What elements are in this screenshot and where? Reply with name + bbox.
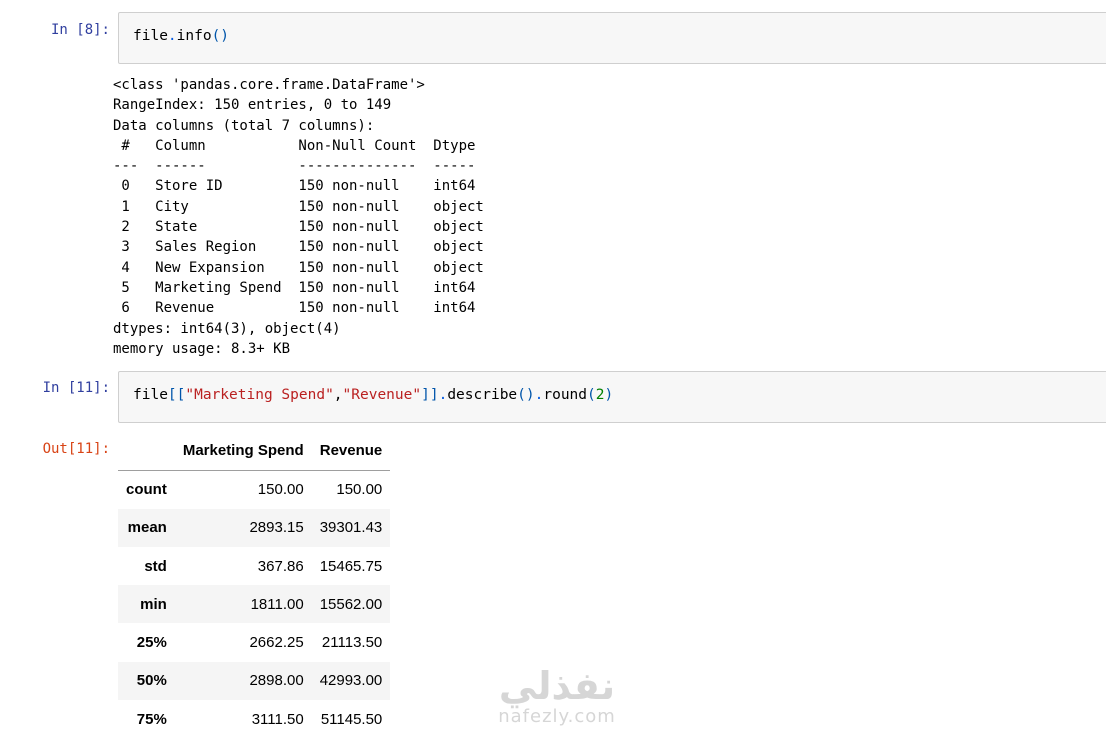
table-cell: 15465.75	[319, 557, 383, 575]
table-row: mean 2893.15 39301.43	[118, 508, 391, 547]
row-label: mean	[127, 519, 167, 537]
table-cell: 15562.00	[319, 595, 383, 613]
table-row: 50% 2898.00 42993.00	[118, 661, 391, 701]
table-cell: 42993.00	[319, 672, 383, 690]
watermark-arabic: نفذلي	[498, 664, 616, 708]
table-cell: 2893.15	[249, 519, 304, 537]
row-label: min	[140, 595, 167, 613]
code-line: file.info()	[133, 28, 230, 44]
table-cell: 51145.50	[320, 710, 383, 728]
table-row: 75% 3111.50 51145.50	[118, 700, 390, 738]
code-cell-describe[interactable]: file[["Marketing Spend","Revenue"]].desc…	[118, 371, 1106, 423]
table-row: std 367.86 15465.75	[118, 547, 390, 585]
table-row: min 1811.00 15562.00	[118, 585, 391, 624]
index-header	[118, 432, 175, 471]
table-cell: 1811.00	[250, 595, 304, 613]
row-label: count	[126, 481, 167, 499]
table-cell: 3111.50	[251, 710, 304, 728]
table-cell: 2662.25	[249, 634, 304, 652]
table-row: 25% 2662.25 21113.50	[118, 623, 390, 661]
table-cell: 367.86	[257, 557, 304, 575]
table-cell: 150.00	[336, 481, 383, 499]
table-header-row: Marketing Spend Revenue	[118, 432, 391, 471]
row-label: std	[144, 557, 167, 575]
watermark-logo: نفذلي nafezly.com	[482, 665, 632, 727]
table-cell: 39301.43	[319, 519, 383, 537]
row-label: 50%	[136, 672, 167, 690]
column-header: Marketing Spend	[174, 432, 312, 471]
row-label: 75%	[136, 710, 167, 728]
code-line: file[["Marketing Spend","Revenue"]].desc…	[133, 387, 614, 403]
watermark-latin: nafezly.com	[498, 706, 616, 727]
info-output: <class 'pandas.core.frame.DataFrame'> Ra…	[113, 77, 484, 357]
input-prompt-11: In [11]:	[42, 380, 110, 396]
output-prompt-11: Out[11]:	[42, 441, 110, 457]
column-header: Revenue	[311, 432, 391, 471]
table-cell: 150.00	[257, 481, 304, 499]
code-cell-info[interactable]: file.info()	[118, 12, 1106, 64]
describe-table: Marketing Spend Revenue count 150.00 150…	[118, 432, 391, 738]
table-cell: 2898.00	[249, 672, 304, 690]
table-row: count 150.00 150.00	[118, 470, 390, 508]
row-label: 25%	[136, 634, 167, 652]
table-cell: 21113.50	[321, 634, 383, 652]
input-prompt-8: In [8]:	[50, 22, 110, 38]
